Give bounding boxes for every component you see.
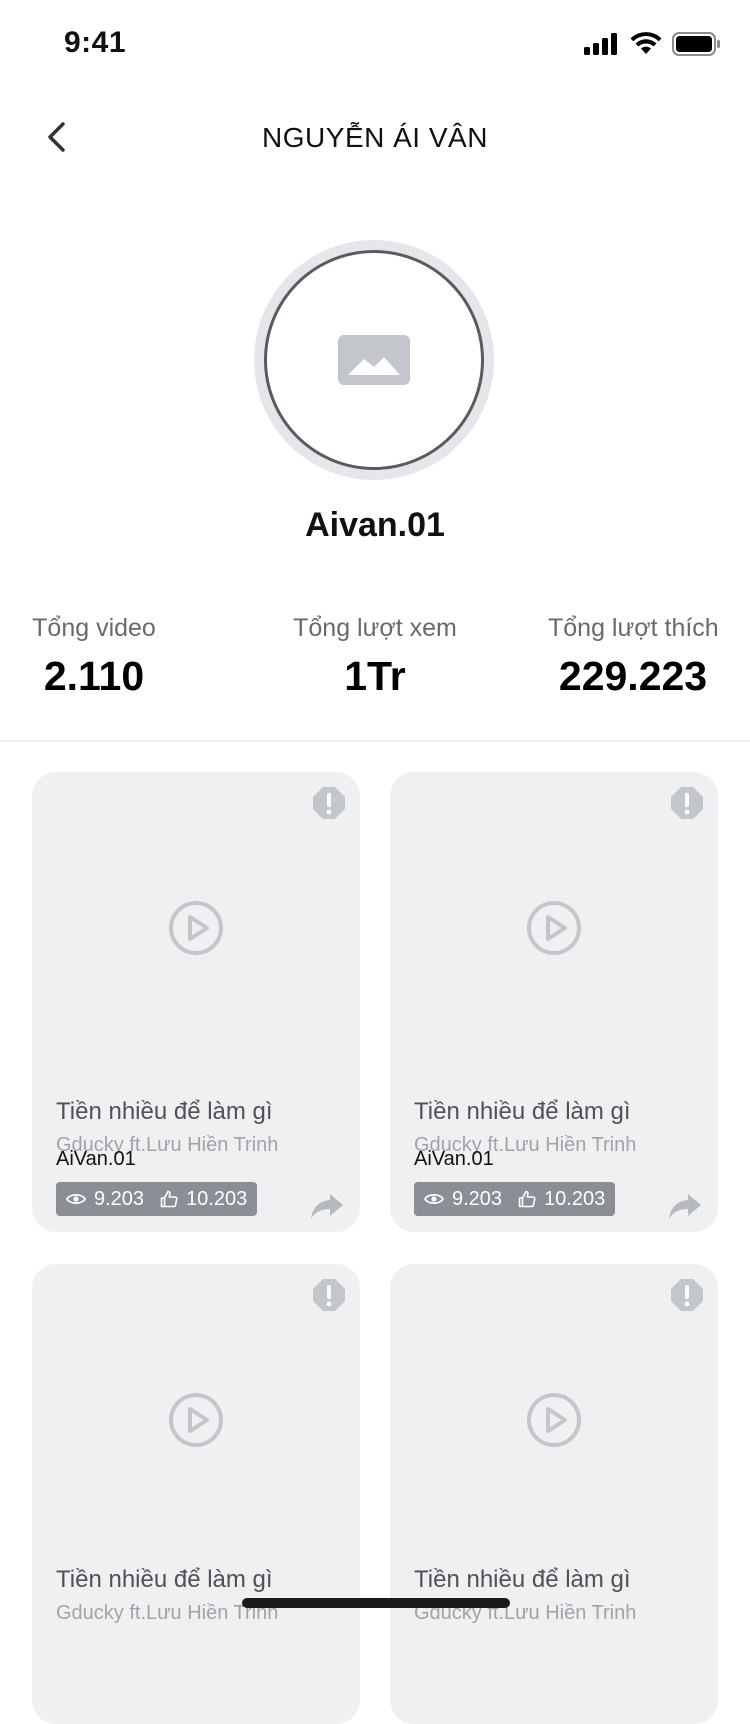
- stat-value: 2.110: [43, 653, 145, 699]
- stat-total-likes: Tổng lượt thích 229.223: [548, 614, 719, 700]
- stat-label: Tổng video: [32, 614, 156, 642]
- stat-total-videos: Tổng video 2.110: [24, 614, 164, 700]
- page-title: NGUYỄN ÁI VÂN: [262, 122, 488, 153]
- thumbs-up-icon: [160, 1190, 178, 1208]
- divider: [0, 740, 750, 742]
- avatar-frame: [264, 250, 484, 470]
- stat-total-views: Tổng lượt xem 1Tr: [285, 614, 465, 700]
- video-title: Tiền nhiều để làm gì: [56, 1098, 273, 1125]
- views-count: 9.203: [452, 1187, 503, 1210]
- video-card[interactable]: Tiền nhiều để làm gì Gducky ft.Lưu Hiền …: [32, 1264, 360, 1724]
- eye-icon: [424, 1193, 444, 1205]
- share-icon[interactable]: [668, 1192, 702, 1220]
- share-icon[interactable]: [310, 1192, 344, 1220]
- cellular-signal-icon: [584, 33, 617, 55]
- video-title: Tiền nhiều để làm gì: [414, 1566, 631, 1593]
- stat-label: Tổng lượt thích: [548, 614, 719, 642]
- likes-count: 10.203: [544, 1187, 606, 1210]
- battery-icon: [672, 32, 720, 56]
- eye-icon: [66, 1193, 86, 1205]
- video-stats-badge: 9.203 10.203: [414, 1182, 616, 1216]
- alert-icon[interactable]: [312, 786, 346, 820]
- video-title: Tiền nhiều để làm gì: [414, 1098, 631, 1125]
- stat-label: Tổng lượt xem: [293, 614, 457, 642]
- status-bar: 9:41: [0, 0, 750, 88]
- home-indicator[interactable]: [242, 1598, 510, 1608]
- video-card[interactable]: Tiền nhiều để làm gì Gducky ft.Lưu Hiền …: [390, 772, 718, 1232]
- video-card[interactable]: Tiền nhiều để làm gì Gducky ft.Lưu Hiền …: [32, 772, 360, 1232]
- video-owner: AiVan.01: [414, 1148, 494, 1170]
- wifi-icon: [630, 32, 662, 54]
- alert-icon[interactable]: [670, 786, 704, 820]
- status-icons: [584, 32, 720, 56]
- thumbs-up-icon: [518, 1190, 536, 1208]
- stat-value: 1Tr: [344, 653, 406, 699]
- nav-bar: NGUYỄN ÁI VÂN: [0, 100, 750, 180]
- play-circle-icon[interactable]: [168, 1392, 224, 1448]
- views-count: 9.203: [94, 1187, 145, 1210]
- status-time: 9:41: [64, 26, 127, 59]
- image-placeholder-icon: [338, 335, 410, 385]
- likes-stat: 10.203: [518, 1188, 605, 1211]
- video-title: Tiền nhiều để làm gì: [56, 1566, 273, 1593]
- likes-stat: 10.203: [160, 1188, 247, 1211]
- video-stats-badge: 9.203 10.203: [56, 1182, 258, 1216]
- username: Aivan.01: [305, 506, 445, 544]
- likes-count: 10.203: [186, 1187, 248, 1210]
- video-card[interactable]: Tiền nhiều để làm gì Gducky ft.Lưu Hiền …: [390, 1264, 718, 1724]
- play-circle-icon[interactable]: [526, 900, 582, 956]
- stat-value: 229.223: [558, 653, 708, 699]
- play-circle-icon[interactable]: [168, 900, 224, 956]
- alert-icon[interactable]: [312, 1278, 346, 1312]
- views-stat: 9.203: [66, 1188, 144, 1211]
- play-circle-icon[interactable]: [526, 1392, 582, 1448]
- views-stat: 9.203: [424, 1188, 502, 1211]
- stats-row: Tổng video 2.110 Tổng lượt xem 1Tr Tổng …: [0, 614, 750, 714]
- avatar[interactable]: [254, 240, 494, 480]
- video-owner: AiVan.01: [56, 1148, 136, 1170]
- alert-icon[interactable]: [670, 1278, 704, 1312]
